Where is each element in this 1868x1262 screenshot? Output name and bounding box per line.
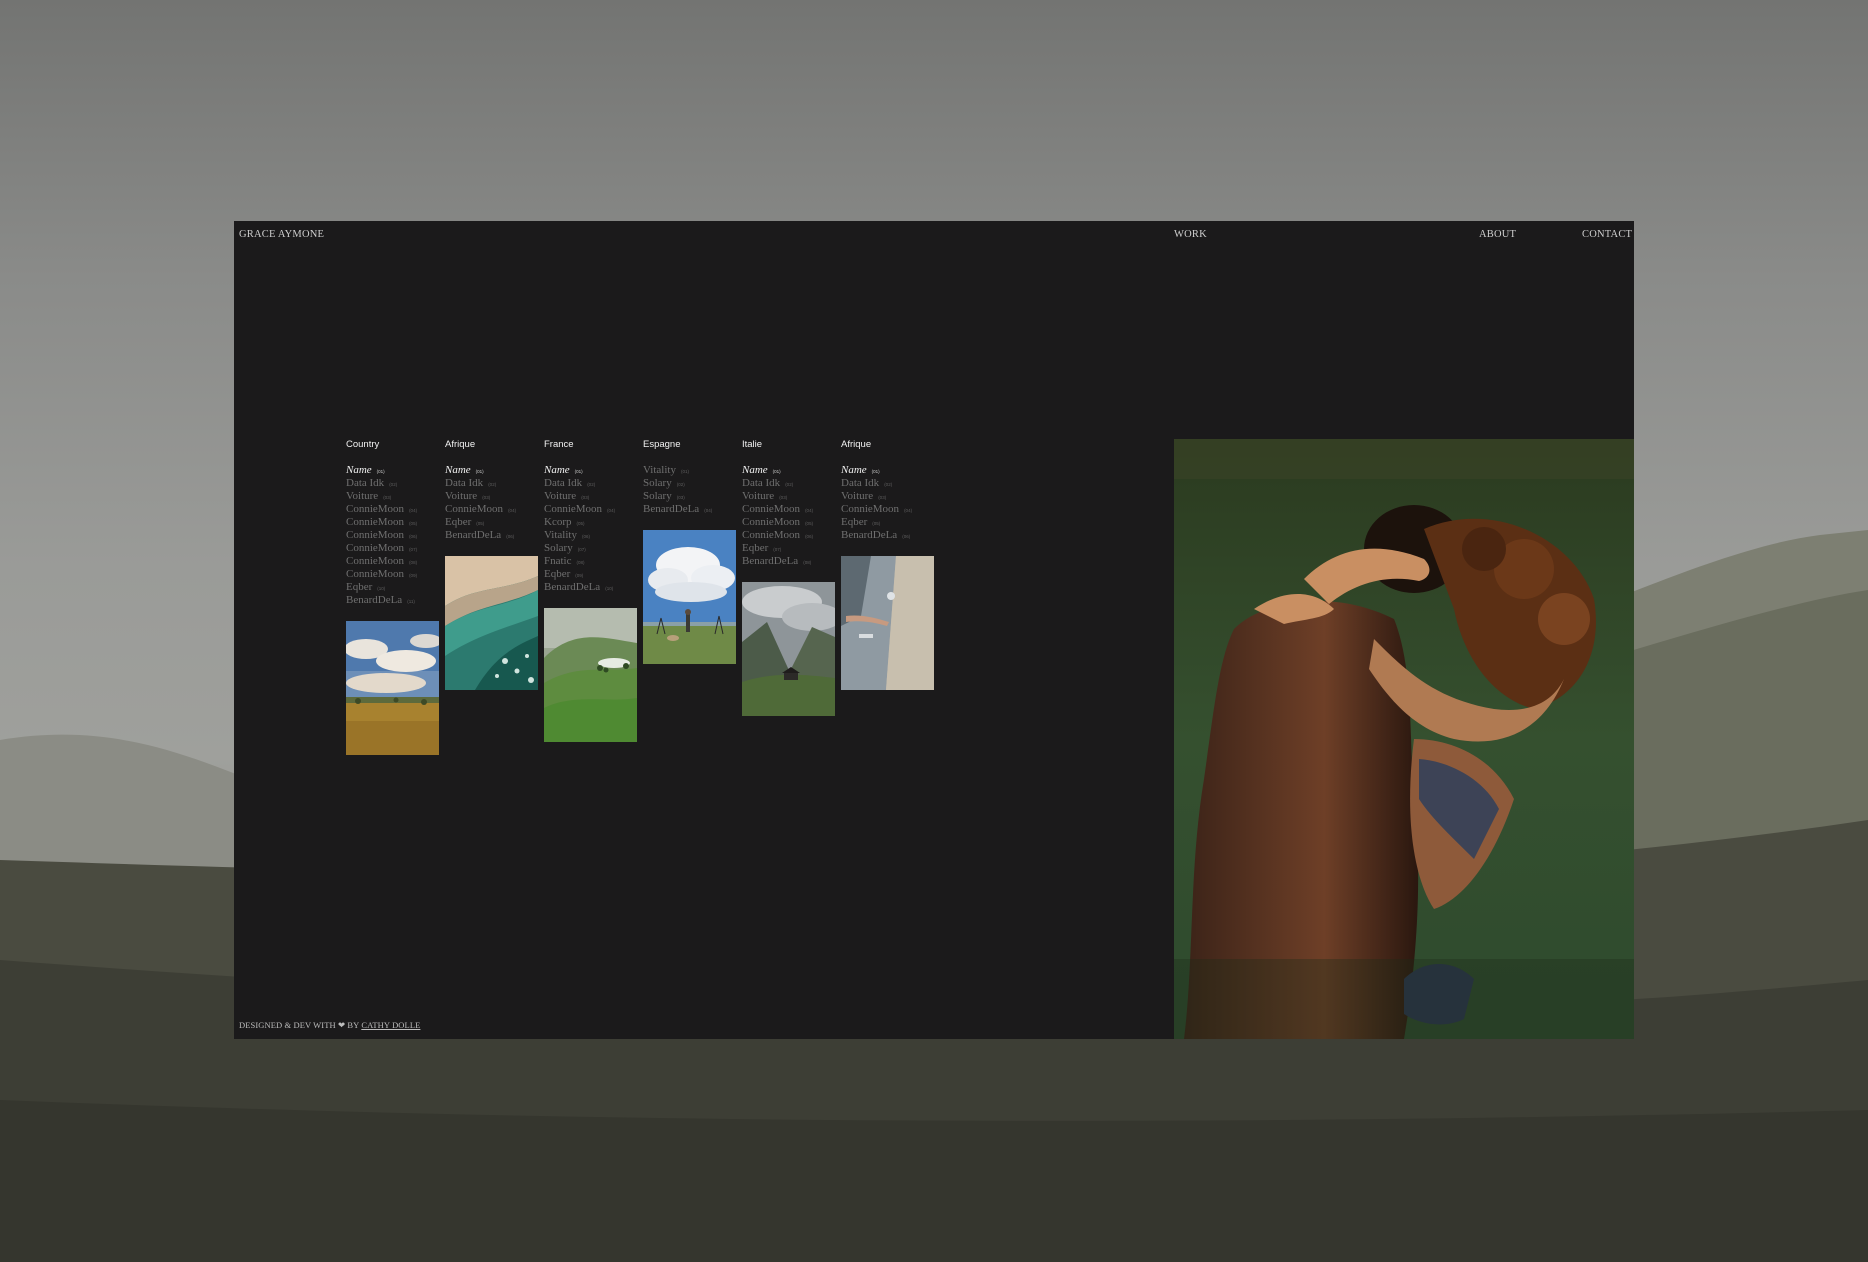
hero-image bbox=[1174, 439, 1634, 1039]
list-item[interactable]: Name (01) bbox=[841, 464, 934, 477]
list-item[interactable]: Fnatic (08) bbox=[544, 555, 637, 568]
list-item[interactable]: ConnieMoon (04) bbox=[346, 503, 439, 516]
list-item[interactable]: Voiture (03) bbox=[445, 490, 538, 503]
list-item[interactable]: Data Idk (02) bbox=[346, 477, 439, 490]
list-item[interactable]: ConnieMoon (05) bbox=[346, 516, 439, 529]
column-espagne: Espagne Vitality (01) Solary (02) Solary (0… bbox=[643, 438, 736, 664]
list-item[interactable]: Eqber (09) bbox=[544, 568, 637, 581]
list-item[interactable]: Vitality (06) bbox=[544, 529, 637, 542]
project-list: Vitality (01) Solary (02) Solary (03) Benar… bbox=[643, 464, 736, 516]
list-item[interactable]: ConnieMoon (04) bbox=[841, 503, 934, 516]
nav-work-link[interactable]: WORK bbox=[1174, 229, 1207, 240]
list-item[interactable]: BenardDeLa (04) bbox=[643, 503, 736, 516]
footer-author-link[interactable]: CATHY DOLLE bbox=[361, 1020, 420, 1030]
list-item[interactable]: Eqber (07) bbox=[742, 542, 835, 555]
nav-contact-link[interactable]: CONTACT bbox=[1582, 229, 1632, 240]
list-item[interactable]: ConnieMoon (04) bbox=[742, 503, 835, 516]
thumbnail-cloud-field[interactable] bbox=[643, 530, 736, 664]
list-item[interactable]: ConnieMoon (04) bbox=[544, 503, 637, 516]
project-list: Name (01) Data Idk (02) Voiture (03) Connie… bbox=[544, 464, 637, 594]
list-item[interactable]: Name (01) bbox=[544, 464, 637, 477]
list-item[interactable]: ConnieMoon (08) bbox=[346, 555, 439, 568]
column-country: Country Name (01) Data Idk (02) Voiture (03… bbox=[346, 438, 439, 755]
list-item[interactable]: ConnieMoon (06) bbox=[742, 529, 835, 542]
column-afrique-2: Afrique Name (01) Data Idk (02) Voiture (03… bbox=[841, 438, 934, 690]
nav-about-link[interactable]: ABOUT bbox=[1479, 229, 1516, 240]
list-item[interactable]: Voiture (03) bbox=[841, 490, 934, 503]
list-item[interactable]: BenardDeLa (08) bbox=[742, 555, 835, 568]
list-item[interactable]: Eqber (05) bbox=[841, 516, 934, 529]
list-item[interactable]: Voiture (03) bbox=[742, 490, 835, 503]
site-footer: DESIGNED & DEV WITH ❤ BY CATHY DOLLE bbox=[239, 1020, 420, 1031]
list-item[interactable]: ConnieMoon (07) bbox=[346, 542, 439, 555]
project-list: Name (01) Data Idk (02) Voiture (03) Connie… bbox=[445, 464, 538, 542]
list-item[interactable]: Name (01) bbox=[742, 464, 835, 477]
list-item[interactable]: Voiture (03) bbox=[346, 490, 439, 503]
list-item[interactable]: Name (01) bbox=[346, 464, 439, 477]
list-item[interactable]: Name (01) bbox=[445, 464, 538, 477]
list-item[interactable]: Data Idk (02) bbox=[544, 477, 637, 490]
column-heading: Espagne bbox=[643, 439, 681, 450]
project-list: Name (01) Data Idk (02) Voiture (03) Connie… bbox=[841, 464, 934, 542]
column-france: France Name (01) Data Idk (02) Voiture (03)… bbox=[544, 438, 637, 742]
thumbnail-green-hills[interactable] bbox=[544, 608, 637, 742]
column-heading: France bbox=[544, 439, 574, 450]
list-item[interactable]: BenardDeLa (06) bbox=[841, 529, 934, 542]
thumbnail-mountain-valley[interactable] bbox=[742, 582, 835, 716]
column-heading: Afrique bbox=[841, 439, 872, 450]
column-italie: Italie Name (01) Data Idk (02) Voiture (03)… bbox=[742, 438, 835, 716]
list-item[interactable]: ConnieMoon (04) bbox=[445, 503, 538, 516]
list-item[interactable]: Eqber (05) bbox=[445, 516, 538, 529]
list-item[interactable]: Solary (03) bbox=[643, 490, 736, 503]
list-item[interactable]: BenardDeLa (10) bbox=[544, 581, 637, 594]
list-item[interactable]: Voiture (03) bbox=[544, 490, 637, 503]
list-item[interactable]: Data Idk (02) bbox=[742, 477, 835, 490]
thumbnail-aerial-coast[interactable] bbox=[445, 556, 538, 690]
list-item[interactable]: ConnieMoon (09) bbox=[346, 568, 439, 581]
list-item[interactable]: Eqber (10) bbox=[346, 581, 439, 594]
list-item[interactable]: BenardDeLa (11) bbox=[346, 594, 439, 607]
project-list: Name (01) Data Idk (02) Voiture (03) Connie… bbox=[346, 464, 439, 607]
thumbnail-car-door[interactable] bbox=[841, 556, 934, 690]
list-item[interactable]: ConnieMoon (05) bbox=[742, 516, 835, 529]
list-item[interactable]: Data Idk (02) bbox=[841, 477, 934, 490]
brand-link[interactable]: GRACE AYMONE bbox=[239, 229, 324, 240]
project-list: Name (01) Data Idk (02) Voiture (03) Connie… bbox=[742, 464, 835, 568]
column-heading: Afrique bbox=[445, 439, 476, 450]
list-item[interactable]: Vitality (01) bbox=[643, 464, 736, 477]
list-item[interactable]: ConnieMoon (06) bbox=[346, 529, 439, 542]
column-heading: Italie bbox=[742, 439, 763, 450]
thumbnail-savanna[interactable] bbox=[346, 621, 439, 755]
footer-credit: DESIGNED & DEV WITH ❤ BY bbox=[239, 1020, 360, 1030]
list-item[interactable]: BenardDeLa (06) bbox=[445, 529, 538, 542]
column-heading: Country bbox=[346, 439, 380, 450]
list-item[interactable]: Data Idk (02) bbox=[445, 477, 538, 490]
list-item[interactable]: Kcorp (05) bbox=[544, 516, 637, 529]
column-afrique: Afrique Name (01) Data Idk (02) Voiture (03… bbox=[445, 438, 538, 690]
list-item[interactable]: Solary (07) bbox=[544, 542, 637, 555]
site-window: GRACE AYMONE WORK ABOUT CONTACT Country … bbox=[234, 221, 1634, 1039]
list-item[interactable]: Solary (02) bbox=[643, 477, 736, 490]
